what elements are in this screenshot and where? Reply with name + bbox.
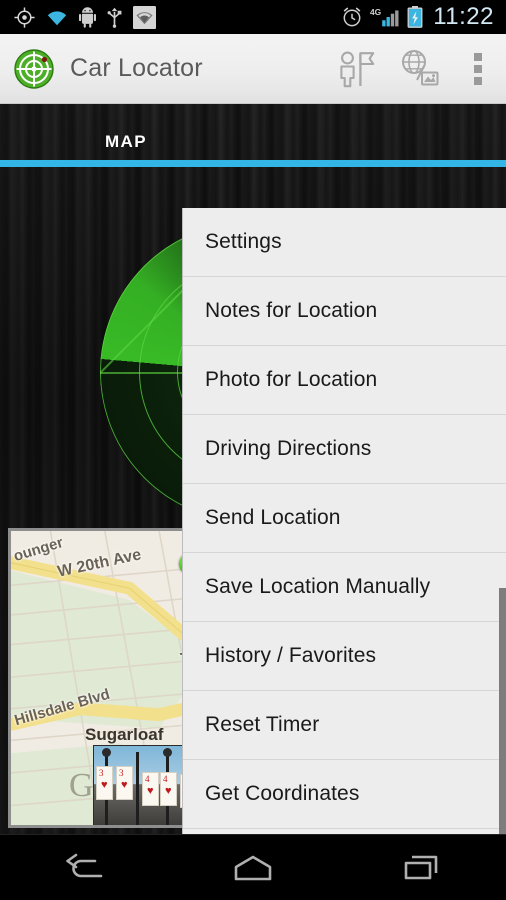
menu-item-label: Send Location	[205, 506, 341, 529]
alarm-clock-icon	[343, 7, 361, 27]
recents-button[interactable]	[362, 835, 482, 900]
action-bar-buttons	[326, 34, 506, 104]
tab-bar: MAP	[0, 104, 506, 168]
menu-item-label: Notes for Location	[205, 299, 378, 322]
menu-item-label: Reset Timer	[205, 713, 320, 736]
menu-item-history-favorites[interactable]: History / Favorites	[183, 622, 506, 691]
menu-item-send-location[interactable]: Send Location	[183, 484, 506, 553]
menu-item-settings[interactable]: Settings	[183, 208, 506, 277]
menu-item-label: History / Favorites	[205, 644, 377, 667]
overflow-menu: Settings Notes for Location Photo for Lo…	[182, 208, 506, 834]
svg-text:4G: 4G	[370, 7, 382, 17]
tab-map[interactable]: MAP	[0, 120, 252, 152]
main-content: MAP ounger W 20th Ave Hillsdale Blvd Sug…	[0, 104, 506, 834]
page-title: Car Locator	[70, 54, 203, 82]
wifi-hotspot-icon	[133, 5, 156, 29]
status-bar-right-icons: 4G 11:22	[341, 5, 506, 29]
menu-item-photo-for-location[interactable]: Photo for Location	[183, 346, 506, 415]
gps-location-icon	[14, 6, 35, 28]
android-screen: 4G 11:22 Car Locator MAP ounger W 20th A…	[0, 0, 506, 900]
menu-item-label: Save Location Manually	[205, 575, 431, 598]
menu-item-label: Photo for Location	[205, 368, 378, 391]
wifi-icon	[47, 10, 67, 25]
menu-scrollbar[interactable]	[499, 588, 506, 834]
status-bar-left-icons	[0, 5, 156, 29]
back-button[interactable]	[24, 835, 144, 900]
menu-item-label: Get Coordinates	[205, 782, 360, 805]
tab-selected-indicator	[0, 160, 506, 167]
menu-item-save-location-manually[interactable]: Save Location Manually	[183, 553, 506, 622]
menu-item-label: Driving Directions	[205, 437, 372, 460]
park-here-icon[interactable]	[326, 34, 388, 104]
action-bar: Car Locator	[0, 34, 506, 104]
status-bar: 4G 11:22	[0, 0, 506, 34]
menu-item-label: Settings	[205, 230, 282, 253]
radar-photo-icon[interactable]	[388, 34, 450, 104]
status-bar-clock: 11:22	[433, 3, 494, 30]
menu-item-reset-timer[interactable]: Reset Timer	[183, 691, 506, 760]
system-navigation-bar	[0, 834, 506, 900]
android-debug-icon	[79, 6, 96, 28]
car-locator-radar-icon	[14, 48, 54, 89]
menu-item-notes-for-location[interactable]: Notes for Location	[183, 277, 506, 346]
usb-icon	[107, 7, 122, 28]
menu-item-get-coordinates[interactable]: Get Coordinates	[183, 760, 506, 829]
overflow-menu-icon[interactable]	[450, 34, 506, 104]
menu-item-driving-directions[interactable]: Driving Directions	[183, 415, 506, 484]
street-label: Sugarloaf	[85, 725, 164, 744]
home-button[interactable]	[193, 835, 313, 900]
signal-4g-icon: 4G	[370, 7, 399, 27]
battery-charging-icon	[407, 6, 423, 28]
